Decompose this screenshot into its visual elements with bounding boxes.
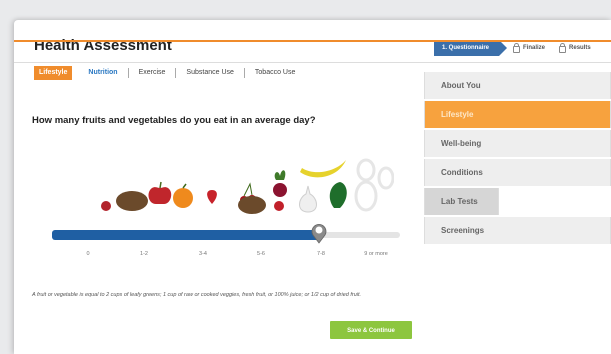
save-continue-button[interactable]: Save & Continue	[330, 321, 412, 339]
section-sidebar: About You Lifestyle Well-being Condition…	[424, 72, 611, 246]
sidebar-item-lifestyle[interactable]: Lifestyle	[424, 101, 611, 128]
slider-thumb-icon[interactable]	[311, 222, 327, 244]
lock-icon	[559, 42, 567, 53]
tick-label: 5-6	[257, 251, 265, 257]
tab-tobacco-use[interactable]: Tobacco Use	[245, 68, 305, 78]
tab-exercise[interactable]: Exercise	[129, 68, 177, 78]
step-results-label: Results	[569, 45, 591, 51]
footnote: A fruit or vegetable is equal to 2 cups …	[32, 292, 362, 298]
spinach-icon	[329, 182, 347, 208]
step-finalize-label: Finalize	[523, 45, 546, 51]
step-questionnaire[interactable]: 1. Questionnaire	[434, 40, 508, 56]
header-divider	[14, 62, 611, 63]
tick-label: 1-2	[140, 251, 148, 257]
sidebar-item-lab-tests[interactable]: Lab Tests	[424, 188, 499, 215]
garlic-icon	[299, 185, 317, 213]
berry-icon	[101, 201, 111, 211]
tick-label: 9 or more	[364, 251, 388, 257]
sidebar-item-about-you[interactable]: About You	[424, 72, 611, 99]
tick-label: 7-8	[317, 251, 325, 257]
lock-icon	[513, 42, 521, 53]
sidebar-item-conditions[interactable]: Conditions	[424, 159, 611, 186]
header-accent-rule	[14, 40, 611, 42]
tab-substance-use[interactable]: Substance Use	[176, 68, 245, 78]
assessment-card: Health Assessment 1. Questionnaire Final…	[14, 20, 611, 354]
orange-icon	[173, 188, 193, 208]
potato-icon-2	[238, 196, 266, 214]
banana-icon	[300, 160, 346, 178]
tab-lifestyle[interactable]: Lifestyle	[34, 66, 73, 80]
category-tabs: Lifestyle Nutrition Exercise Substance U…	[34, 66, 305, 80]
sidebar-item-screenings[interactable]: Screenings	[424, 217, 611, 244]
slider-tick-labels: 0 1-2 3-4 5-6 7-8 9 or more	[14, 251, 434, 261]
potato-icon	[116, 191, 148, 211]
fruits-vegetables-illustration	[101, 158, 394, 214]
tick-label: 3-4	[199, 251, 207, 257]
slider-unfilled-track[interactable]	[320, 232, 400, 238]
slider-filled-track[interactable]	[52, 230, 320, 240]
beet-leaves	[274, 170, 286, 180]
radish-icon	[274, 201, 284, 211]
step-results: Results	[559, 42, 591, 53]
tick-label: 0	[86, 251, 90, 257]
step-finalize: Finalize	[513, 42, 546, 53]
strawberry-icon	[207, 190, 217, 204]
apple-icon	[148, 187, 172, 204]
question-text: How many fruits and vegetables do you ea…	[32, 115, 316, 126]
tab-nutrition[interactable]: Nutrition	[78, 68, 129, 78]
sidebar-item-well-being[interactable]: Well-being	[424, 130, 611, 157]
beet-icon	[273, 183, 287, 197]
